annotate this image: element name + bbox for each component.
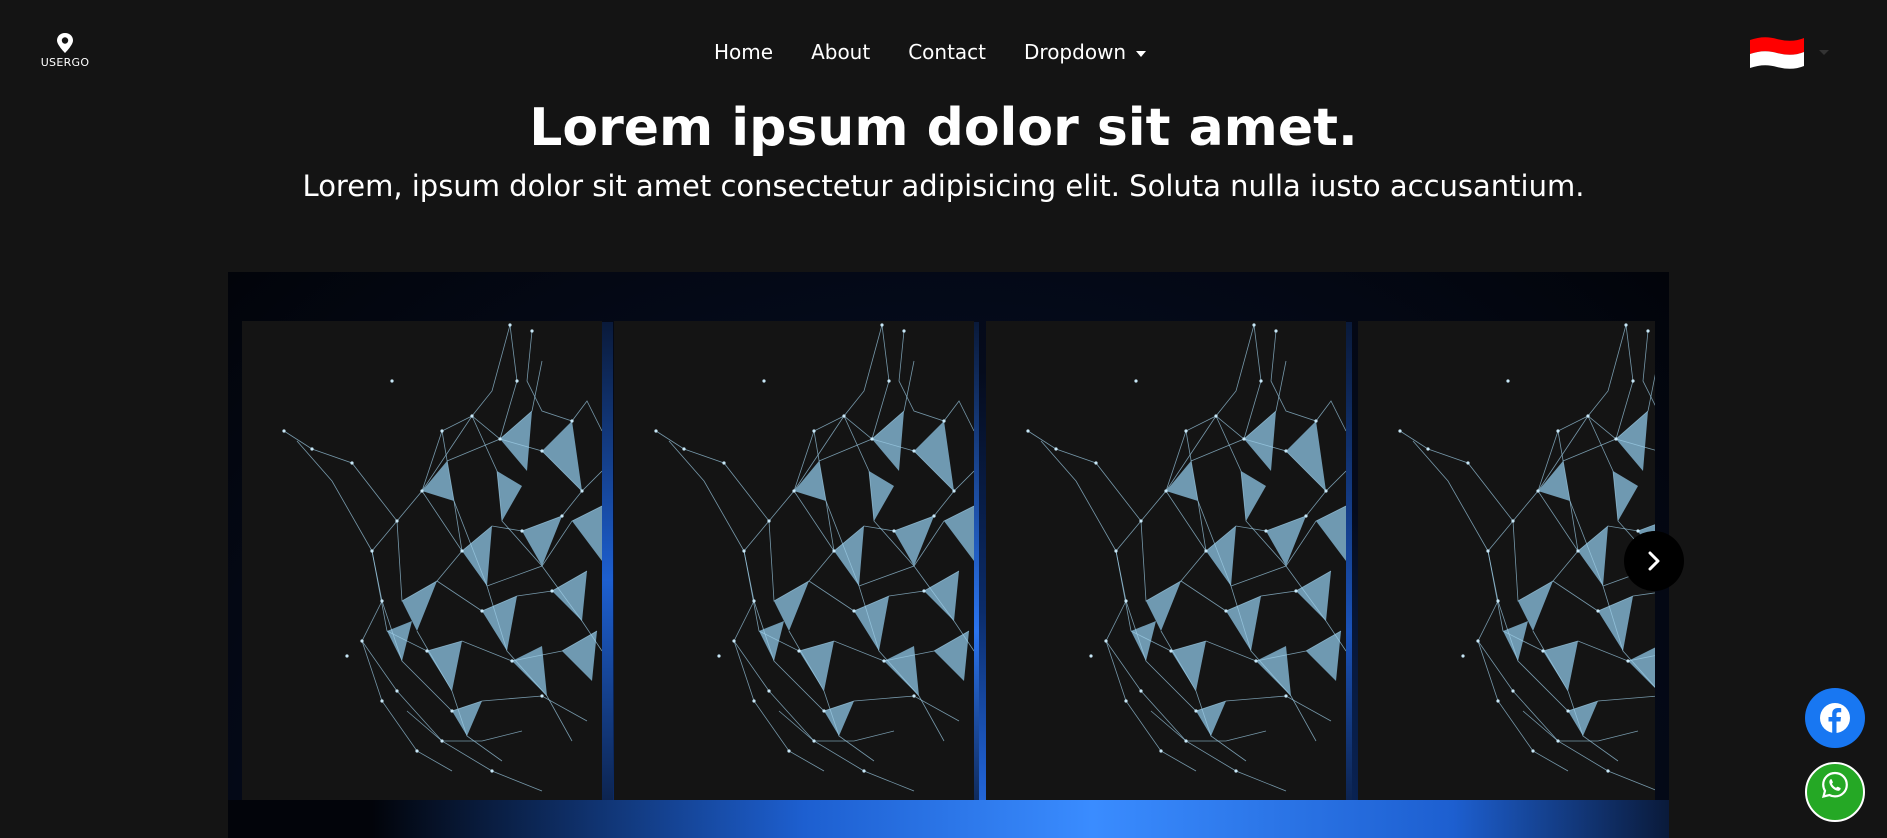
carousel-next-button[interactable] (1624, 531, 1684, 591)
whatsapp-icon (1821, 771, 1848, 799)
network-mesh-image (281, 322, 602, 792)
carousel-slide[interactable] (242, 321, 602, 800)
caret-down-icon (1136, 50, 1147, 57)
nav-item-home[interactable]: Home (714, 40, 773, 64)
brand-logo[interactable]: USERGO (38, 32, 92, 76)
network-mesh-image (653, 322, 974, 792)
network-mesh-image (1397, 322, 1655, 792)
image-carousel (228, 272, 1669, 838)
facebook-icon (1820, 703, 1850, 733)
carousel-slide[interactable] (1358, 321, 1655, 800)
indonesia-flag-icon (1750, 37, 1804, 69)
carousel-slide[interactable] (986, 321, 1346, 800)
language-selector[interactable] (1748, 34, 1830, 70)
language-caret-icon (1819, 50, 1829, 55)
carousel-slide[interactable] (614, 321, 974, 800)
nav-menu: Home About Contact Dropdown (714, 36, 1147, 68)
nav-item-dropdown-label: Dropdown (1024, 40, 1127, 64)
carousel-bg-lightning (228, 800, 1669, 838)
hero-title: Lorem ipsum dolor sit amet. (529, 98, 1358, 158)
navbar: USERGO Home About Contact Dropdown (0, 0, 1887, 100)
chevron-right-icon (1648, 551, 1660, 571)
network-mesh-image (1025, 322, 1346, 792)
map-pin-icon (57, 33, 73, 53)
whatsapp-button[interactable] (1805, 762, 1865, 822)
facebook-button[interactable] (1805, 688, 1865, 748)
nav-item-about[interactable]: About (811, 40, 870, 64)
brand-logo-text: USERGO (40, 56, 90, 69)
hero-subtitle: Lorem, ipsum dolor sit amet consectetur … (302, 169, 1585, 203)
nav-item-dropdown[interactable]: Dropdown (1024, 40, 1147, 64)
nav-item-contact[interactable]: Contact (908, 40, 986, 64)
